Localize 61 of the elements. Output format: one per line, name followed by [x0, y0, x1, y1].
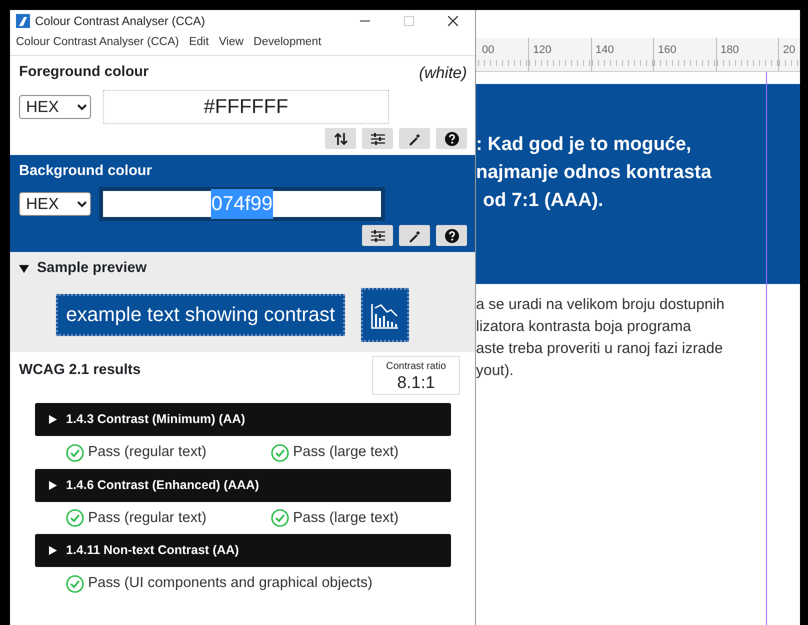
menu-item[interactable]: Development — [254, 34, 322, 52]
heading-text-line: : Kad god je to moguće, — [476, 133, 692, 157]
ruler-label: 160 — [653, 38, 716, 71]
result-text: Pass (large text) — [293, 442, 399, 462]
colour-name: (white) — [418, 64, 467, 84]
eyedropper-icon — [408, 228, 422, 242]
paragraph-text-line: a se uradi na velikom broju dostupnih — [476, 295, 726, 315]
format-select[interactable]: HEX — [19, 95, 91, 120]
result-text: Pass (regular text) — [88, 442, 206, 462]
triangle-right-icon — [49, 414, 57, 424]
sliders-button[interactable] — [362, 225, 393, 246]
menu-item[interactable]: View — [218, 34, 244, 52]
eyedropper-button[interactable] — [399, 225, 430, 246]
close-icon — [448, 16, 458, 26]
section-title: WCAG 2.1 results — [19, 360, 141, 380]
app-logo-icon — [16, 14, 30, 28]
format-select[interactable]: HEX — [19, 192, 91, 216]
heading-text-line: najmanje odnos kontrasta — [476, 161, 712, 185]
eyedropper-icon — [408, 132, 422, 146]
contrast-ratio-value: 8.1:1 — [396, 374, 436, 392]
hex-input-field[interactable]: #FFFFFF — [103, 90, 389, 124]
help-icon — [444, 228, 458, 242]
sliders-icon — [370, 132, 384, 146]
section-title: Sample preview — [37, 259, 147, 278]
help-icon — [444, 132, 458, 146]
menu-item[interactable]: Colour Contrast Analyser (CCA) — [16, 34, 179, 52]
help-button[interactable] — [436, 128, 467, 150]
swap-icon — [334, 132, 348, 146]
ruler-label: 120 — [528, 38, 590, 71]
ruler-label: 20 — [778, 38, 800, 71]
sliders-icon — [370, 228, 384, 242]
paragraph-text-line: lizatora kontrasta boja programa — [476, 317, 692, 337]
contrast-ratio-label: Contrast ratio — [384, 360, 448, 374]
sliders-button[interactable] — [362, 128, 393, 150]
criterion-title: 1.4.3 Contrast (Minimum) (AA) — [66, 410, 246, 428]
heading-text-line: od 7:1 (AAA). — [483, 189, 604, 213]
criterion-title: 1.4.11 Non-text Contrast (AA) — [66, 542, 239, 560]
eyedropper-button[interactable] — [399, 128, 430, 150]
criterion-header[interactable]: 1.4.6 Contrast (Enhanced) (AAA) — [35, 468, 451, 502]
paragraph-text-line: aste treba proveriti u ranoj fazi izrade — [476, 339, 724, 359]
triangle-down-icon[interactable] — [19, 264, 29, 274]
triangle-right-icon — [49, 546, 57, 556]
paragraph-text-line: yout). — [476, 361, 515, 381]
ruler-label: 140 — [590, 38, 653, 71]
result-text: Pass (UI components and graphical objects) — [88, 574, 373, 594]
sample-text: example text showing contrast — [56, 294, 346, 336]
criterion-header[interactable]: 1.4.11 Non-text Contrast (AA) — [35, 534, 451, 568]
triangle-right-icon — [49, 480, 57, 490]
criterion-header[interactable]: 1.4.3 Contrast (Minimum) (AA) — [35, 402, 451, 436]
menu-item[interactable]: Edit — [188, 34, 209, 52]
result-text: Pass (large text) — [293, 508, 399, 528]
help-button[interactable] — [436, 225, 467, 246]
swap-button[interactable] — [325, 128, 356, 150]
criterion-title: 1.4.6 Contrast (Enhanced) (AAA) — [66, 476, 260, 494]
section-title: Foreground colour — [19, 63, 149, 82]
chart-preview-button[interactable] — [361, 288, 410, 342]
section-title: Background colour — [19, 162, 152, 182]
result-text: Pass (regular text) — [88, 508, 206, 528]
window-title: Colour Contrast Analyser (CCA) — [35, 13, 206, 30]
maximize-icon — [404, 16, 414, 26]
ruler-label: 180 — [716, 38, 778, 71]
